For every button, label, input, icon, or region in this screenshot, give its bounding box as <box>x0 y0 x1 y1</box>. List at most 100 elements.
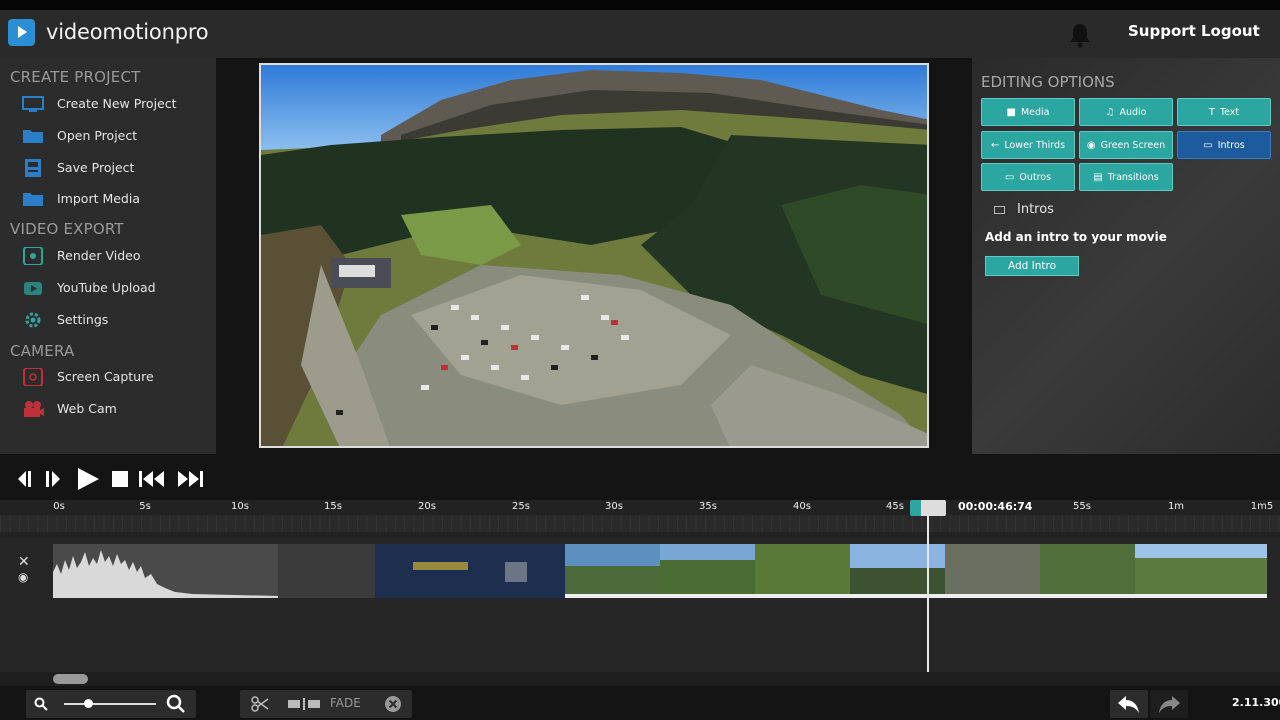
sidebar-item-label: Screen Capture <box>57 369 154 384</box>
sidebar: CREATE PROJECT Create New Project Open P… <box>0 58 216 454</box>
zoom-controls <box>26 690 196 718</box>
scrollbar-thumb[interactable] <box>53 674 88 684</box>
video-preview[interactable] <box>259 63 929 448</box>
green-screen-button-label: Green Screen <box>1100 139 1166 151</box>
zoom-in-icon[interactable] <box>166 694 186 714</box>
sidebar-item-create-new-project[interactable]: Create New Project <box>22 93 212 117</box>
top-bar: videomotionpro Support Logout <box>0 0 1280 58</box>
aerial-landscape-image <box>261 65 927 446</box>
folder-icon <box>23 130 43 143</box>
screen-capture-icon <box>23 368 43 386</box>
lower-thirds-icon: ← <box>990 139 1000 151</box>
save-icon <box>25 159 41 177</box>
tick-label: 25s <box>512 501 530 512</box>
sidebar-item-open-project[interactable]: Open Project <box>22 125 212 149</box>
sidebar-item-label: Web Cam <box>57 401 117 416</box>
camera-icon: ◉ <box>1086 139 1096 151</box>
media-button[interactable]: ■ Media <box>981 98 1075 126</box>
gear-icon <box>25 312 41 328</box>
text-button-label: Text <box>1219 106 1240 118</box>
zoom-slider[interactable] <box>64 703 156 705</box>
sidebar-item-settings[interactable]: Settings <box>22 309 212 333</box>
split-icon[interactable] <box>288 698 320 710</box>
tick-label: 45s <box>886 501 904 512</box>
sidebar-item-render-video[interactable]: Render Video <box>22 245 212 269</box>
frame-forward-icon[interactable] <box>46 471 60 487</box>
transitions-button[interactable]: ▤ Transitions <box>1079 163 1173 191</box>
lower-thirds-button[interactable]: ← Lower Thirds <box>981 131 1075 159</box>
lower-thirds-button-label: Lower Thirds <box>1004 139 1066 151</box>
intros-button[interactable]: ▭ Intros <box>1177 131 1271 159</box>
track-controls: ✕ ◉ <box>18 555 30 584</box>
tick-label: 20s <box>418 501 436 512</box>
undo-button[interactable] <box>1110 690 1148 718</box>
sidebar-item-import-media[interactable]: Import Media <box>22 188 212 212</box>
intros-heading: Intros <box>994 202 1054 217</box>
tick-label: 55s <box>1073 501 1091 512</box>
audio-button[interactable]: ♫ Audio <box>1079 98 1173 126</box>
transitions-button-label: Transitions <box>1107 171 1159 183</box>
tick-label: 0s <box>53 501 65 512</box>
fade-button[interactable]: FADE <box>330 696 361 710</box>
youtube-icon <box>24 282 42 295</box>
monitor-icon <box>994 205 1005 214</box>
text-button[interactable]: T Text <box>1177 98 1271 126</box>
timeline-ruler[interactable]: 0s 5s 10s 15s 20s 25s 30s 35s 40s 45s 55… <box>0 500 1280 538</box>
tick-label: 5s <box>139 501 151 512</box>
transitions-icon: ▤ <box>1093 171 1103 183</box>
bell-icon[interactable] <box>1068 21 1092 53</box>
music-icon: ♫ <box>1105 106 1115 118</box>
green-screen-button[interactable]: ◉ Green Screen <box>1079 131 1173 159</box>
close-icon[interactable]: ✕ <box>18 555 30 569</box>
delete-icon[interactable] <box>384 695 402 713</box>
scissors-icon[interactable] <box>251 696 269 712</box>
tick-label: 1m5 <box>1250 501 1274 512</box>
outros-button[interactable]: ▭ Outros <box>981 163 1075 191</box>
playhead-handle[interactable] <box>910 500 946 516</box>
tick-label: 15s <box>324 501 342 512</box>
sidebar-item-web-cam[interactable]: Web Cam <box>22 398 212 422</box>
media-button-label: Media <box>1020 106 1050 118</box>
timeline-scrollbar[interactable] <box>0 672 1280 686</box>
section-title-camera: CAMERA <box>10 342 75 360</box>
tick-label: 10s <box>231 501 249 512</box>
frame-back-icon[interactable] <box>18 471 31 487</box>
version-number: 2.11.300 <box>1232 696 1280 709</box>
audio-button-label: Audio <box>1119 106 1147 118</box>
zoom-out-icon[interactable] <box>34 697 48 711</box>
playhead-line[interactable] <box>927 515 929 672</box>
stop-icon[interactable] <box>112 471 128 487</box>
monitor-icon: ▭ <box>1203 139 1213 151</box>
section-title-video-export: VIDEO EXPORT <box>10 220 124 238</box>
sidebar-item-label: YouTube Upload <box>57 280 156 295</box>
sidebar-item-label: Open Project <box>57 128 138 143</box>
intro-description: Add an intro to your movie <box>985 230 1167 244</box>
rewind-icon[interactable] <box>139 471 164 487</box>
monitor-icon <box>22 96 44 112</box>
text-icon: T <box>1208 106 1215 118</box>
monitor-icon: ▭ <box>1004 171 1015 183</box>
play-icon[interactable] <box>78 468 99 490</box>
ruler-ticks <box>0 515 1280 532</box>
sidebar-item-youtube-upload[interactable]: YouTube Upload <box>22 277 212 301</box>
timeline-tracks: ✕ ◉ <box>0 538 1280 672</box>
video-track-clip[interactable] <box>53 544 1267 598</box>
brand-name: videomotionpro <box>46 20 209 44</box>
sidebar-item-screen-capture[interactable]: Screen Capture <box>22 366 212 390</box>
eye-icon[interactable]: ◉ <box>18 570 30 584</box>
redo-icon <box>1159 696 1180 713</box>
redo-button[interactable] <box>1150 690 1188 718</box>
support-link[interactable]: Support <box>1128 22 1196 40</box>
editing-options-panel: EDITING OPTIONS ■ Media ♫ Audio T Text ← Low… <box>972 58 1280 454</box>
add-intro-button[interactable]: Add Intro <box>985 256 1079 276</box>
section-title-create-project: CREATE PROJECT <box>10 68 141 86</box>
zoom-slider-knob[interactable] <box>84 699 93 708</box>
webcam-icon <box>24 401 44 417</box>
clip-thumbnails <box>53 544 1267 598</box>
bottom-toolbar: FADE 2.11.300 <box>0 686 1280 720</box>
edit-tools: FADE <box>240 690 412 718</box>
sidebar-item-save-project[interactable]: Save Project <box>22 157 212 181</box>
logout-link[interactable]: Logout <box>1201 22 1260 40</box>
sidebar-item-label: Save Project <box>57 160 135 175</box>
fast-forward-icon[interactable] <box>178 471 203 487</box>
